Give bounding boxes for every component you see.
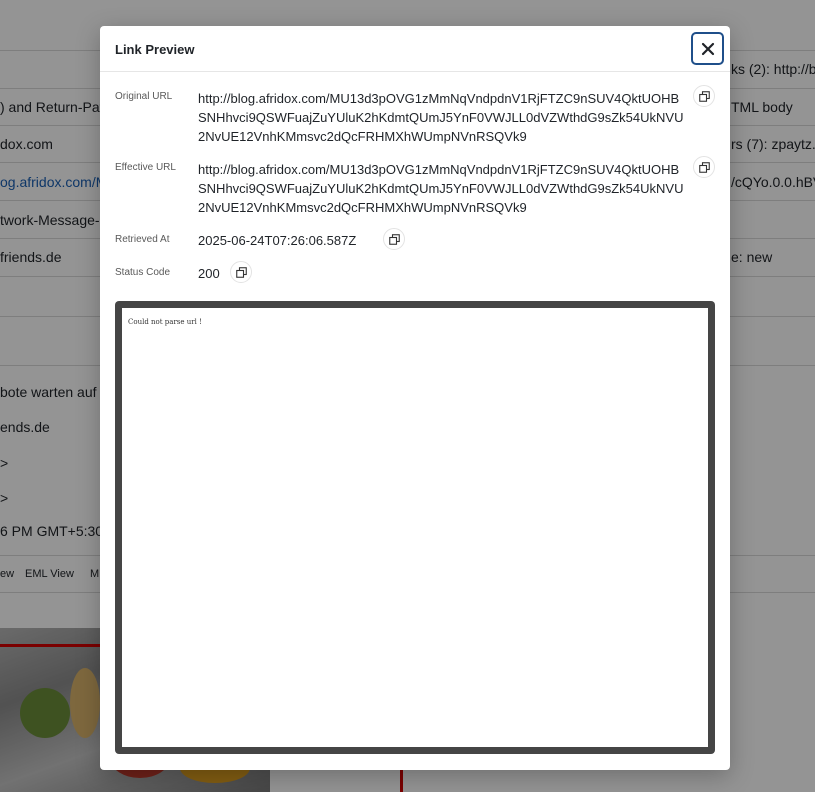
- original-url-row: Original URL http://blog.afridox.com/MU1…: [115, 89, 715, 149]
- original-url-value: http://blog.afridox.com/MU13d3pOVG1zMmNq…: [198, 91, 684, 144]
- copy-icon: [698, 161, 710, 173]
- link-preview-modal: Link Preview Original URL http://blog.af…: [100, 26, 730, 770]
- status-code-label: Status Code: [115, 267, 171, 278]
- retrieved-at-row: Retrieved At 2025-06-24T07:26:06.587Z: [115, 231, 715, 253]
- original-url-label: Original URL: [115, 91, 173, 102]
- copy-icon: [235, 266, 247, 278]
- copy-original-url-button[interactable]: [693, 85, 715, 107]
- retrieved-at-value: 2025-06-24T07:26:06.587Z: [198, 233, 357, 248]
- copy-effective-url-button[interactable]: [693, 156, 715, 178]
- effective-url-label: Effective URL: [115, 162, 176, 173]
- preview-content[interactable]: Could not parse url !: [122, 308, 708, 747]
- preview-message: Could not parse url !: [128, 318, 202, 326]
- modal-title: Link Preview: [115, 42, 195, 57]
- status-code-row: Status Code 200: [115, 264, 715, 286]
- copy-status-code-button[interactable]: [230, 261, 252, 283]
- copy-icon: [388, 233, 400, 245]
- preview-frame[interactable]: Could not parse url !: [115, 301, 715, 754]
- copy-retrieved-at-button[interactable]: [383, 228, 405, 250]
- retrieved-at-label: Retrieved At: [115, 234, 170, 245]
- modal-header: Link Preview: [100, 26, 730, 72]
- effective-url-row: Effective URL http://blog.afridox.com/MU…: [115, 160, 715, 220]
- effective-url-value: http://blog.afridox.com/MU13d3pOVG1zMmNq…: [198, 162, 684, 215]
- close-icon: [701, 42, 714, 55]
- close-button[interactable]: [691, 32, 724, 65]
- copy-icon: [698, 90, 710, 102]
- status-code-value: 200: [198, 266, 220, 281]
